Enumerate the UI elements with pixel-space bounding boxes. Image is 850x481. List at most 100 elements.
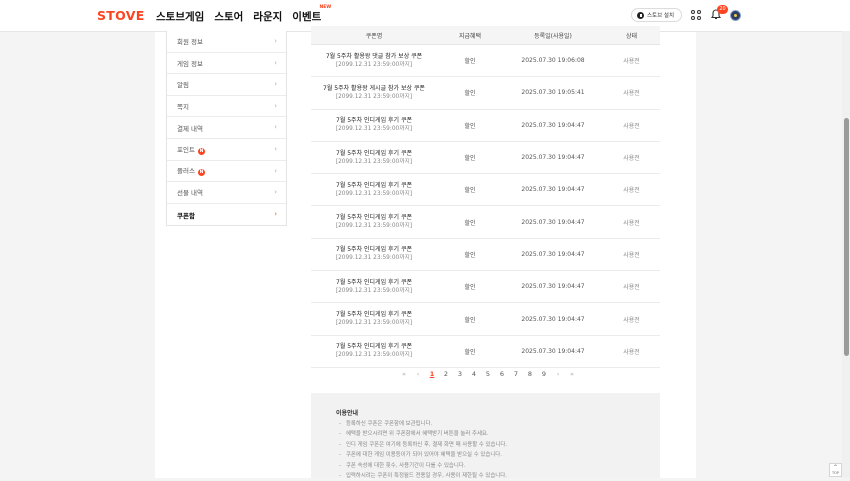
main-nav: 스토브게임 스토어 라운지 이벤트 NEW bbox=[156, 5, 331, 24]
coupon-expiry: [2099.12.31 23:59:00까지] bbox=[335, 287, 413, 294]
coupon-name-cell: 7월 5주차 인디게임 후기 쿠폰 [2099.12.31 23:59:00까지] bbox=[311, 278, 437, 296]
table-row: 7월 5주차 인디게임 후기 쿠폰 [2099.12.31 23:59:00까지]… bbox=[311, 206, 660, 239]
new-badge: N bbox=[197, 169, 205, 177]
page-button-8[interactable]: 8 bbox=[523, 370, 537, 378]
sidebar-item-label: 플러스 N bbox=[177, 167, 205, 177]
nav-item-event[interactable]: 이벤트 NEW bbox=[292, 5, 331, 24]
registered-date-cell: 2025.07.30 19:04:47 bbox=[521, 250, 585, 258]
status-cell: 사용전 bbox=[623, 187, 640, 195]
benefit-cell: 할인 bbox=[464, 284, 476, 292]
column-header-registered-date: 등록일(사용일) bbox=[534, 32, 572, 40]
chevron-right-icon: › bbox=[274, 37, 277, 45]
chevron-right-icon: › bbox=[274, 209, 277, 218]
coupon-expiry: [2099.12.31 23:59:00까지] bbox=[335, 93, 413, 100]
registered-date-cell: 2025.07.30 19:04:47 bbox=[521, 347, 585, 355]
last-page-button[interactable]: » bbox=[565, 370, 579, 378]
sidebar-item-messages[interactable]: 쪽지 › bbox=[167, 96, 286, 118]
sidebar-item-game-info[interactable]: 게임 정보 › bbox=[167, 53, 286, 75]
coupon-name: 7월 5주차 인디게임 후기 쿠폰 bbox=[336, 343, 412, 351]
sidebar-item-payments[interactable]: 결제 내역 › bbox=[167, 117, 286, 139]
sidebar-item-plus[interactable]: 플러스 N › bbox=[167, 161, 286, 183]
registered-date-cell: 2025.07.30 19:04:47 bbox=[521, 154, 585, 162]
page-scrollbar-thumb[interactable] bbox=[844, 118, 849, 356]
table-row: 7월 5주차 인디게임 후기 쿠폰 [2099.12.31 23:59:00까지]… bbox=[311, 336, 660, 368]
sidebar-item-label: 포인트 N bbox=[177, 145, 205, 155]
column-header-benefit: 지급혜택 bbox=[458, 32, 482, 40]
table-row: 7월 5주차 인디게임 후기 쿠폰 [2099.12.31 23:59:00까지]… bbox=[311, 239, 660, 272]
scroll-to-top-button[interactable]: ⌃ TOP bbox=[829, 463, 842, 477]
status-cell: 사용전 bbox=[623, 122, 640, 130]
page-button-1[interactable]: 1 bbox=[425, 370, 439, 378]
chevron-right-icon: › bbox=[274, 188, 277, 197]
nav-item-lounge[interactable]: 라운지 bbox=[253, 9, 282, 24]
table-row: 7월 5주차 활용왕 게시글 참가 보상 쿠폰 [2099.12.31 23:59… bbox=[311, 77, 660, 110]
page-button-3[interactable]: 3 bbox=[453, 370, 467, 378]
page-button-7[interactable]: 7 bbox=[509, 370, 523, 378]
status-cell: 사용전 bbox=[623, 284, 640, 292]
first-page-button[interactable]: « bbox=[397, 370, 411, 378]
page-button-9[interactable]: 9 bbox=[537, 370, 551, 378]
coupon-expiry: [2099.12.31 23:59:00까지] bbox=[335, 158, 413, 165]
mypage-sidebar: 회원 정보 › 게임 정보 › 알림 › 쪽지 › 결제 내역 › 포인트 N ›… bbox=[166, 31, 287, 227]
chevron-right-icon: › bbox=[274, 123, 277, 132]
sidebar-item-label: 게임 정보 bbox=[177, 59, 203, 68]
prev-page-button[interactable]: ‹ bbox=[411, 370, 425, 378]
next-page-button[interactable]: › bbox=[551, 370, 565, 378]
benefit-cell: 할인 bbox=[464, 348, 476, 356]
page-button-4[interactable]: 4 bbox=[467, 370, 481, 378]
sidebar-item-coupons[interactable]: 쿠폰함 › bbox=[167, 204, 286, 226]
page-button-5[interactable]: 5 bbox=[481, 370, 495, 378]
notice-item: 인디 게임 쿠폰은 여기에 등록하신 후, 결제 화면 때 사용할 수 있습니다… bbox=[339, 440, 507, 450]
sidebar-item-label: 쿠폰함 bbox=[177, 211, 195, 220]
table-row: 7월 5주차 인디게임 후기 쿠폰 [2099.12.31 23:59:00까지]… bbox=[311, 174, 660, 207]
chevron-right-icon: › bbox=[274, 80, 277, 89]
coupon-expiry: [2099.12.31 23:59:00까지] bbox=[335, 320, 413, 327]
coupon-name: 7월 5주차 인디게임 후기 쿠폰 bbox=[336, 311, 412, 319]
registered-date-cell: 2025.07.30 19:04:47 bbox=[521, 218, 585, 226]
benefit-cell: 할인 bbox=[464, 155, 476, 163]
nav-item-store-game[interactable]: 스토브게임 bbox=[156, 9, 204, 24]
notice-item: 쿠폰 속성에 대한 횟수, 사용기간이 다를 수 있습니다. bbox=[339, 461, 507, 471]
stove-logo[interactable]: STOVE bbox=[97, 8, 145, 23]
table-header: 쿠폰명 지급혜택 등록일(사용일) 상태 bbox=[311, 26, 660, 45]
page-button-6[interactable]: 6 bbox=[495, 370, 509, 378]
sidebar-item-gifts[interactable]: 선물 내역 › bbox=[167, 182, 286, 204]
coupon-name: 7월 5주차 인디게임 후기 쿠폰 bbox=[336, 214, 412, 222]
registered-date-cell: 2025.07.30 19:04:47 bbox=[521, 186, 585, 194]
install-stove-button[interactable]: 스토브 설치 bbox=[631, 8, 682, 22]
notice-item: 쿠폰에 대한 게임 이용등이가 되어 있어야 혜택을 받으실 수 있습니다. bbox=[339, 450, 507, 460]
coupon-name-cell: 7월 5주차 인디게임 후기 쿠폰 [2099.12.31 23:59:00까지] bbox=[311, 342, 437, 360]
status-cell: 사용전 bbox=[623, 348, 640, 356]
registered-date-cell: 2025.07.30 19:04:47 bbox=[521, 283, 585, 291]
benefit-cell: 할인 bbox=[464, 90, 476, 98]
sidebar-item-notifications[interactable]: 알림 › bbox=[167, 74, 286, 96]
table-row: 7월 5주차 활용왕 댓글 참가 보상 쿠폰 [2099.12.31 23:59:… bbox=[311, 45, 660, 78]
benefit-cell: 할인 bbox=[464, 122, 476, 130]
table-row: 7월 5주차 인디게임 후기 쿠폰 [2099.12.31 23:59:00까지]… bbox=[311, 271, 660, 304]
arrow-up-icon: ⌃ bbox=[832, 464, 839, 471]
chevron-right-icon: › bbox=[274, 144, 277, 153]
coupon-name-cell: 7월 5주차 인디게임 후기 쿠폰 [2099.12.31 23:59:00까지] bbox=[311, 149, 437, 167]
notice-item: 입력하시려는 쿠폰이 특정월드 전용일 경우, 사용이 제한될 수 있습니다. bbox=[339, 471, 507, 481]
nav-item-store[interactable]: 스토어 bbox=[214, 9, 243, 24]
chevron-right-icon: › bbox=[274, 58, 277, 67]
table-row: 7월 5주차 인디게임 후기 쿠폰 [2099.12.31 23:59:00까지]… bbox=[311, 110, 660, 142]
coupon-table: 쿠폰명 지급혜택 등록일(사용일) 상태 7월 5주차 활용왕 댓글 참가 보상… bbox=[311, 26, 660, 368]
coupon-name-cell: 7월 5주차 인디게임 후기 쿠폰 [2099.12.31 23:59:00까지] bbox=[311, 181, 437, 199]
coupon-name-cell: 7월 5주차 인디게임 후기 쿠폰 [2099.12.31 23:59:00까지] bbox=[311, 310, 437, 328]
status-cell: 사용전 bbox=[623, 155, 640, 163]
page-button-2[interactable]: 2 bbox=[439, 370, 453, 378]
coupon-name: 7월 5주차 인디게임 후기 쿠폰 bbox=[336, 117, 412, 125]
coupon-name: 7월 5주차 인디게임 후기 쿠폰 bbox=[336, 181, 412, 189]
avatar-icon[interactable] bbox=[730, 10, 741, 21]
apps-grid-icon[interactable] bbox=[691, 10, 701, 20]
new-badge: N bbox=[197, 147, 205, 155]
sidebar-item-member-info[interactable]: 회원 정보 › bbox=[167, 31, 286, 53]
benefit-cell: 할인 bbox=[464, 251, 476, 259]
coupon-name-cell: 7월 5주차 활용왕 게시글 참가 보상 쿠폰 [2099.12.31 23:59… bbox=[311, 84, 437, 102]
sidebar-item-points[interactable]: 포인트 N › bbox=[167, 139, 286, 161]
coupon-name-cell: 7월 5주차 인디게임 후기 쿠폰 [2099.12.31 23:59:00까지] bbox=[311, 245, 437, 263]
registered-date-cell: 2025.07.30 19:04:47 bbox=[521, 315, 585, 323]
benefit-cell: 할인 bbox=[464, 58, 476, 66]
table-row: 7월 5주차 인디게임 후기 쿠폰 [2099.12.31 23:59:00까지]… bbox=[311, 303, 660, 336]
